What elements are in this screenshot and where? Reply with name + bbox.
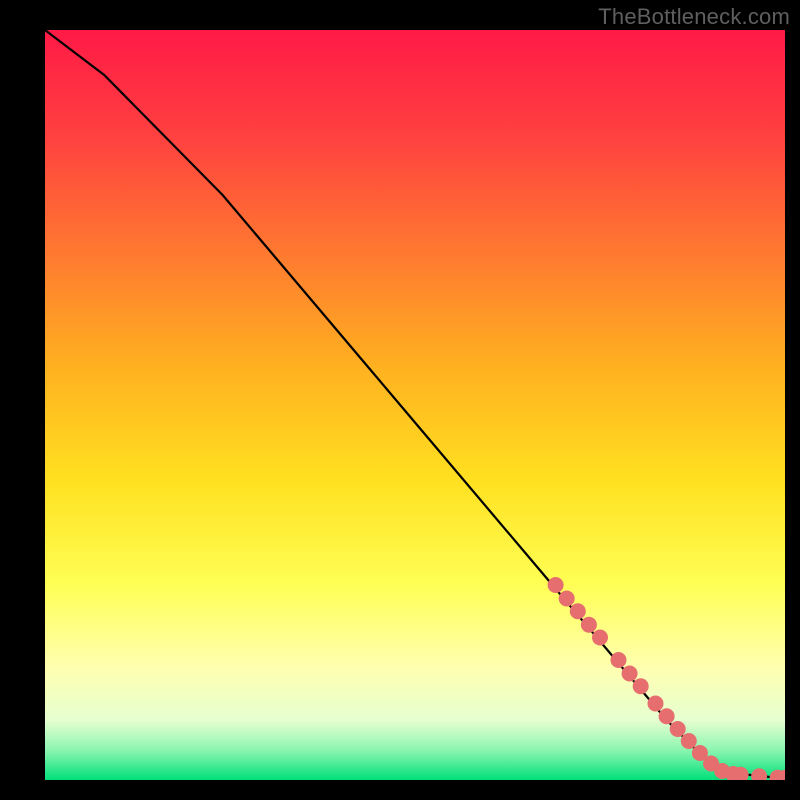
chart-overlay	[45, 30, 785, 780]
chart-marker	[751, 768, 767, 780]
chart-plot-area	[45, 30, 785, 780]
chart-marker	[670, 721, 686, 737]
chart-marker	[611, 652, 627, 668]
chart-marker	[622, 666, 638, 682]
chart-curve	[45, 30, 785, 778]
chart-marker	[633, 678, 649, 694]
chart-marker	[559, 591, 575, 607]
chart-marker	[592, 630, 608, 646]
chart-marker	[659, 708, 675, 724]
chart-marker	[581, 617, 597, 633]
chart-marker	[548, 577, 564, 593]
chart-marker	[570, 603, 586, 619]
chart-marker	[681, 733, 697, 749]
chart-marker	[648, 696, 664, 712]
watermark-text: TheBottleneck.com	[598, 4, 790, 30]
chart-markers	[548, 577, 785, 780]
